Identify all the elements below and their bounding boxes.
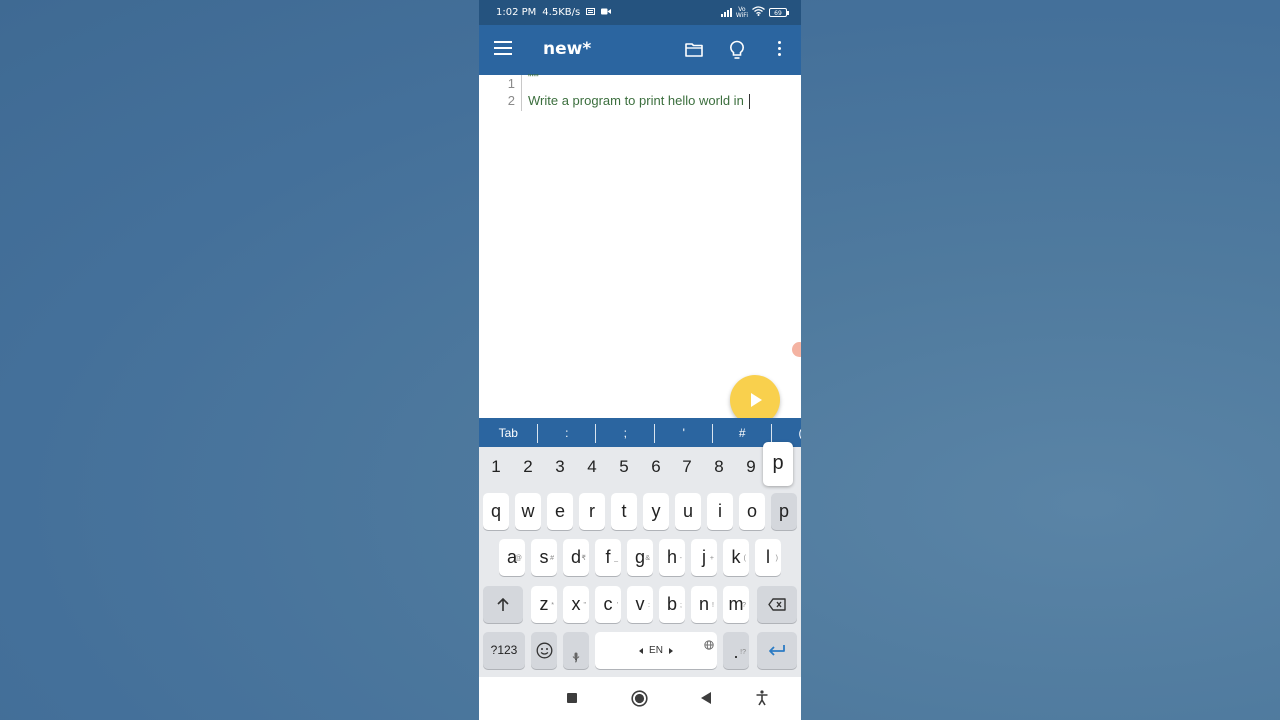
key-r[interactable]: r [579, 493, 605, 530]
microphone-icon [572, 634, 580, 678]
key-k[interactable]: (k [723, 539, 749, 576]
number-key[interactable]: 3 [549, 447, 571, 487]
key-o[interactable]: o [739, 493, 765, 530]
backspace-key[interactable] [757, 586, 797, 623]
number-key[interactable]: 8 [708, 447, 730, 487]
key-e[interactable]: e [547, 493, 573, 530]
recents-button[interactable] [562, 677, 582, 720]
emoji-icon [536, 642, 552, 659]
accessibility-button[interactable] [754, 677, 770, 720]
key-n[interactable]: ! n [691, 586, 717, 623]
number-key[interactable]: 5 [613, 447, 635, 487]
key-f[interactable]: _ f [595, 539, 621, 576]
key-h[interactable]: -h [659, 539, 685, 576]
shift-key[interactable] [483, 586, 523, 623]
symbol-key-semicolon[interactable]: ; [596, 423, 655, 443]
play-icon [751, 393, 762, 407]
number-key[interactable]: 7 [676, 447, 698, 487]
key-d[interactable]: ₹ d [563, 539, 589, 576]
symbol-key-quote[interactable]: ' [655, 423, 714, 443]
key-q[interactable]: q [483, 493, 509, 530]
accessibility-icon [756, 690, 768, 706]
key-y[interactable]: y [643, 493, 669, 530]
enter-arrow-icon [769, 645, 785, 656]
key-press-preview: p [763, 442, 793, 486]
vowifi-indicator: Vo WiFi [735, 5, 748, 19]
gutter-divider [521, 75, 522, 111]
number-key[interactable]: 4 [581, 447, 603, 487]
status-net-speed: 4.5KB/s [542, 7, 581, 18]
language-label: EN [649, 645, 663, 656]
cell-signal-icon [720, 8, 732, 17]
key-m[interactable]: ? m [723, 586, 749, 623]
number-key[interactable]: 2 [517, 447, 539, 487]
key-s[interactable]: # s [531, 539, 557, 576]
globe-icon [704, 634, 714, 655]
home-button[interactable] [629, 677, 651, 720]
key-x[interactable]: " x [563, 586, 589, 623]
number-key[interactable]: 1 [485, 447, 507, 487]
app-bar: new* [479, 25, 801, 75]
phone-screen: 1:02 PM 4.5KB/s Vo WiFi 69 new* 1 """ 2 … [479, 0, 801, 720]
period-key[interactable]: !? . [723, 632, 749, 669]
caret-right-icon [668, 647, 673, 654]
floating-handle[interactable] [792, 342, 801, 357]
video-camera-icon [601, 7, 612, 18]
symbol-key-hash[interactable]: # [713, 423, 772, 443]
comma-key[interactable]: , [563, 632, 589, 669]
symbol-key-paren[interactable]: ( [772, 426, 802, 440]
key-v[interactable]: :v [627, 586, 653, 623]
key-t[interactable]: t [611, 493, 637, 530]
back-triangle-icon [701, 692, 711, 704]
line-number: 2 [507, 93, 515, 108]
square-icon [567, 693, 577, 703]
space-key[interactable]: EN [595, 632, 717, 669]
key-z[interactable]: * z [531, 586, 557, 623]
status-bar: 1:02 PM 4.5KB/s Vo WiFi 69 [479, 0, 801, 25]
emoji-key[interactable] [531, 632, 557, 669]
key-l[interactable]: ) l [755, 539, 781, 576]
symbols-key[interactable]: ?123 [483, 632, 525, 669]
key-p[interactable]: p [771, 493, 797, 530]
cast-icon [586, 7, 596, 18]
key-i[interactable]: i [707, 493, 733, 530]
key-b[interactable]: ; b [659, 586, 685, 623]
home-circle-icon [631, 690, 648, 707]
key-a[interactable]: @ a [499, 539, 525, 576]
key-j[interactable]: + j [691, 539, 717, 576]
caret-left-icon [639, 647, 644, 654]
status-time: 1:02 PM [496, 7, 537, 18]
more-options-icon[interactable] [778, 41, 782, 59]
symbol-bar: Tab : ; ' # ( [479, 418, 801, 447]
back-button[interactable] [697, 677, 717, 720]
folder-icon[interactable] [685, 42, 703, 57]
key-u[interactable]: u [675, 493, 701, 530]
number-key[interactable]: 6 [645, 447, 667, 487]
code-line-text: Write a program to print hello world in [528, 93, 748, 108]
code-line[interactable]: Write a program to print hello world in [528, 93, 751, 110]
menu-icon[interactable] [494, 41, 512, 55]
wifi-icon [752, 6, 765, 19]
symbol-key-colon[interactable]: : [538, 423, 597, 443]
backspace-icon [768, 598, 786, 611]
shift-arrow-icon [497, 597, 509, 611]
key-g[interactable]: & g [627, 539, 653, 576]
soft-keyboard: 1 2 3 4 5 6 7 8 9 p q w e r t y u i o p … [479, 442, 801, 677]
key-c[interactable]: ' c [595, 586, 621, 623]
key-w[interactable]: w [515, 493, 541, 530]
lightbulb-icon[interactable] [729, 40, 745, 60]
symbol-key-tab[interactable]: Tab [479, 423, 538, 443]
text-caret [749, 94, 751, 110]
enter-key[interactable] [757, 632, 797, 669]
code-editor[interactable]: 1 """ 2 Write a program to print hello w… [479, 73, 801, 425]
battery-icon: 69 [769, 8, 789, 17]
document-title: new* [543, 39, 592, 59]
code-line[interactable]: """ [528, 73, 539, 84]
number-key[interactable]: 9 [740, 447, 762, 487]
line-number: 1 [507, 76, 515, 91]
system-nav-bar [479, 677, 801, 720]
